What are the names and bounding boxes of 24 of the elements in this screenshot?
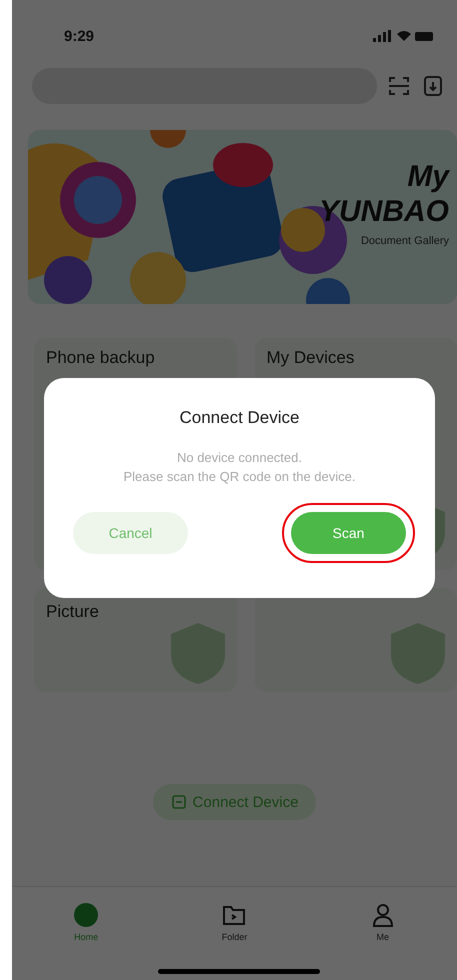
dialog-message: No device connected. [176,450,302,465]
document-icon[interactable] [421,74,445,98]
cancel-button[interactable]: Cancel [73,512,188,554]
banner-title: My [407,160,449,194]
feature-card[interactable] [254,588,457,692]
feature-card[interactable]: Picture [34,588,236,692]
status-time: 9:29 [64,28,94,44]
tab-item[interactable]: Home [67,901,106,949]
scan-button[interactable]: Scan [291,512,406,554]
banner-brand: YUNBAO [318,194,449,229]
card-title: Phone backup [46,348,155,367]
home-icon [73,902,100,928]
tab-item[interactable]: Me [364,901,402,949]
card-title: My Devices [266,348,354,367]
scan-icon[interactable] [387,74,411,98]
connect-device-button[interactable]: Connect Device [152,784,316,820]
dialog-message: Please scan the QR code on the device. [124,469,356,484]
status-icons [373,30,433,42]
tab-item[interactable]: Folder [215,901,254,949]
banner[interactable]: My YUNBAO Document Gallery [28,130,457,304]
banner-subtitle: Document Gallery [360,235,449,247]
card-title: Picture [46,602,99,621]
device-icon [170,794,187,810]
dialog-title: Connect Device [179,408,300,428]
